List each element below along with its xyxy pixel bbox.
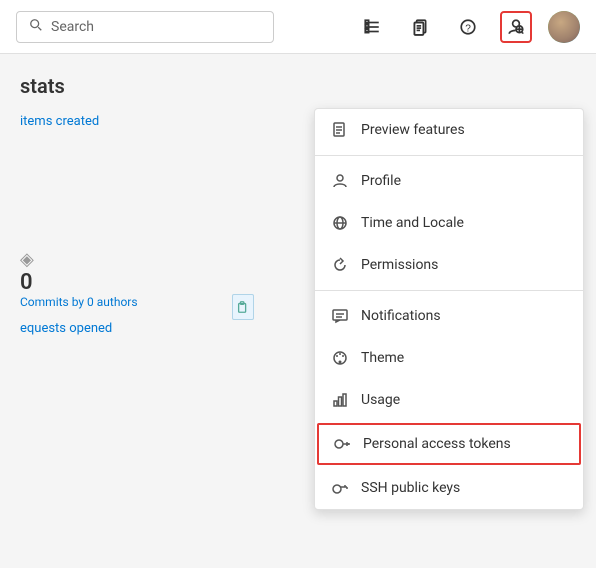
page-title: stats: [20, 74, 576, 98]
preview-features-label: Preview features: [361, 122, 465, 138]
globe-icon: [331, 214, 349, 232]
menu-item-profile[interactable]: Profile: [315, 160, 583, 202]
dropdown-menu: Preview features Profile Time a: [314, 108, 584, 510]
main-content: stats items created ◈ 0 Commits by 0 aut…: [0, 54, 596, 568]
user-menu-button[interactable]: [500, 11, 532, 43]
avatar[interactable]: [548, 11, 580, 43]
menu-item-notifications[interactable]: Notifications: [315, 295, 583, 337]
avatar-image: [548, 11, 580, 43]
divider-2: [315, 290, 583, 291]
refresh-icon: [331, 256, 349, 274]
clipboard-button[interactable]: [404, 11, 436, 43]
theme-label: Theme: [361, 350, 404, 366]
token-icon: [333, 435, 351, 453]
header: Search ?: [0, 0, 596, 54]
header-icons: ?: [356, 11, 580, 43]
time-locale-label: Time and Locale: [361, 215, 464, 231]
sidebar-clipboard-icon: [232, 294, 254, 320]
bars-chart-icon: [331, 391, 349, 409]
svg-text:?: ?: [465, 23, 471, 34]
items-created-label: items created: [20, 114, 99, 129]
menu-item-ssh-public-keys[interactable]: SSH public keys: [315, 467, 583, 509]
profile-label: Profile: [361, 173, 401, 189]
list-view-button[interactable]: [356, 11, 388, 43]
permissions-label: Permissions: [361, 257, 438, 273]
palette-icon: [331, 349, 349, 367]
menu-item-personal-access-tokens[interactable]: Personal access tokens: [317, 423, 581, 465]
personal-access-tokens-label: Personal access tokens: [363, 436, 511, 452]
menu-item-permissions[interactable]: Permissions: [315, 244, 583, 286]
search-input-label: Search: [51, 19, 94, 35]
menu-item-time-locale[interactable]: Time and Locale: [315, 202, 583, 244]
notifications-label: Notifications: [361, 308, 441, 324]
menu-item-theme[interactable]: Theme: [315, 337, 583, 379]
key-icon: [331, 479, 349, 497]
search-box[interactable]: Search: [16, 11, 274, 43]
page-icon: [331, 121, 349, 139]
chat-icon: [331, 307, 349, 325]
ssh-public-keys-label: SSH public keys: [361, 480, 460, 496]
person-icon: [331, 172, 349, 190]
menu-item-preview-features[interactable]: Preview features: [315, 109, 583, 151]
usage-label: Usage: [361, 392, 400, 408]
menu-item-usage[interactable]: Usage: [315, 379, 583, 421]
divider-1: [315, 155, 583, 156]
search-icon: [29, 18, 43, 36]
requests-label: equests opened: [20, 321, 112, 336]
commit-dot-icon: ◈: [20, 249, 34, 270]
help-button[interactable]: ?: [452, 11, 484, 43]
